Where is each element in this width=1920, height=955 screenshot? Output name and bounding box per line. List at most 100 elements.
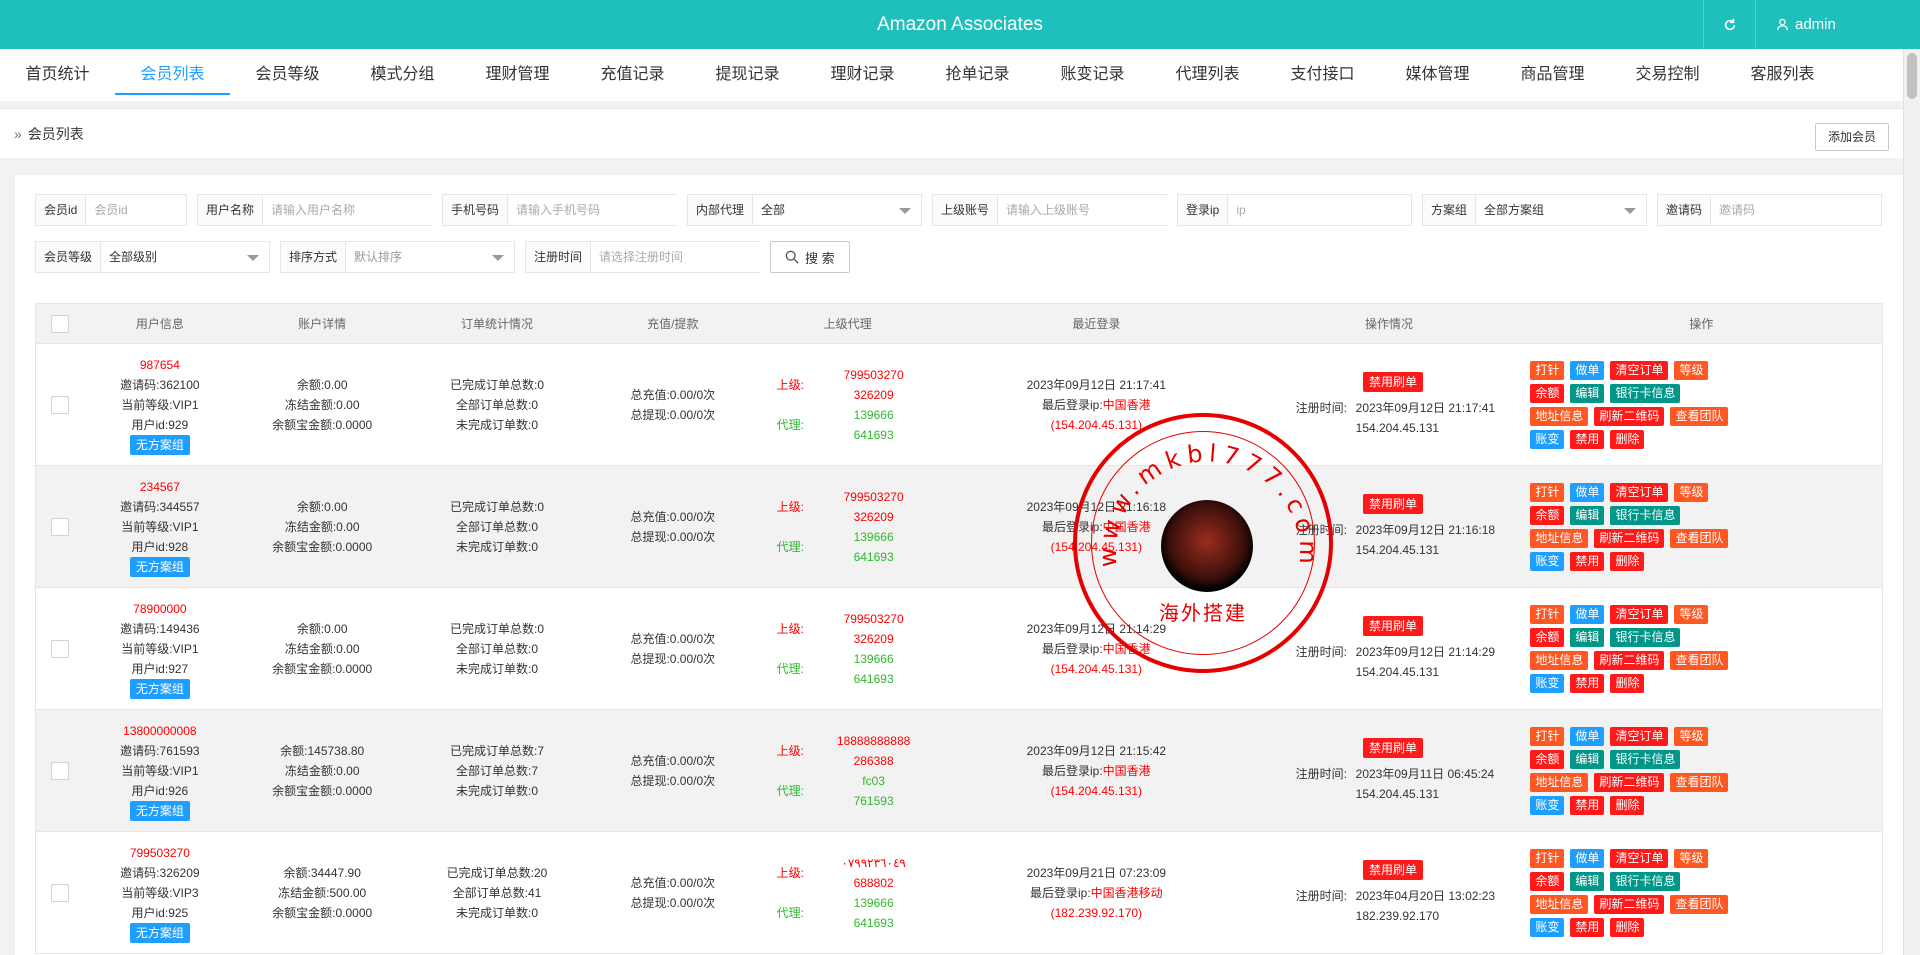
nav-media-manage[interactable]: 媒体管理: [1380, 49, 1495, 101]
parent-account-input[interactable]: [998, 195, 1169, 225]
balance-button[interactable]: 余额: [1530, 505, 1565, 525]
nav-wealth-records[interactable]: 理财记录: [805, 49, 920, 101]
delete-button[interactable]: 删除: [1610, 429, 1645, 449]
make-order-button[interactable]: 做单: [1570, 848, 1605, 868]
sort-select[interactable]: 默认排序: [346, 242, 514, 272]
page-scrollbar[interactable]: [1903, 49, 1920, 955]
disable-order-button[interactable]: 禁用刷单: [1363, 859, 1424, 880]
nav-trade-control[interactable]: 交易控制: [1610, 49, 1725, 101]
search-button[interactable]: 搜 索: [770, 241, 850, 273]
nav-home-stats[interactable]: 首页统计: [0, 49, 115, 101]
bank-card-button[interactable]: 银行卡信息: [1610, 871, 1681, 891]
filter-internal-agent[interactable]: 内部代理 全部: [687, 194, 922, 226]
view-team-button[interactable]: 查看团队: [1670, 650, 1729, 670]
nav-service-list[interactable]: 客服列表: [1725, 49, 1840, 101]
disable-order-button[interactable]: 禁用刷单: [1363, 493, 1424, 514]
clear-orders-button[interactable]: 清空订单: [1610, 360, 1669, 380]
user-menu[interactable]: admin: [1755, 0, 1920, 49]
bank-card-button[interactable]: 银行卡信息: [1610, 505, 1681, 525]
account-change-button[interactable]: 账变: [1530, 551, 1565, 571]
nav-mode-group[interactable]: 模式分组: [345, 49, 460, 101]
address-button[interactable]: 地址信息: [1530, 894, 1589, 914]
refresh-qr-button[interactable]: 刷新二维码: [1594, 894, 1665, 914]
punch-button[interactable]: 打针: [1530, 848, 1565, 868]
address-button[interactable]: 地址信息: [1530, 528, 1589, 548]
disable-button[interactable]: 禁用: [1570, 429, 1605, 449]
address-button[interactable]: 地址信息: [1530, 650, 1589, 670]
edit-button[interactable]: 编辑: [1570, 383, 1605, 403]
edit-button[interactable]: 编辑: [1570, 749, 1605, 769]
member-id-input[interactable]: [86, 195, 187, 225]
disable-order-button[interactable]: 禁用刷单: [1363, 615, 1424, 636]
delete-button[interactable]: 删除: [1610, 917, 1645, 937]
refresh-qr-button[interactable]: 刷新二维码: [1594, 406, 1665, 426]
nav-wealth-manage[interactable]: 理财管理: [460, 49, 575, 101]
nav-member-level[interactable]: 会员等级: [230, 49, 345, 101]
phone-input[interactable]: [508, 195, 679, 225]
disable-button[interactable]: 禁用: [1570, 795, 1605, 815]
view-team-button[interactable]: 查看团队: [1670, 772, 1729, 792]
delete-button[interactable]: 删除: [1610, 795, 1645, 815]
nav-goods-manage[interactable]: 商品管理: [1495, 49, 1610, 101]
account-change-button[interactable]: 账变: [1530, 673, 1565, 693]
account-change-button[interactable]: 账变: [1530, 429, 1565, 449]
refresh-button[interactable]: [1703, 0, 1755, 49]
add-member-button[interactable]: 添加会员: [1814, 123, 1889, 151]
balance-button[interactable]: 余额: [1530, 749, 1565, 769]
clear-orders-button[interactable]: 清空订单: [1610, 604, 1669, 624]
select-all-checkbox[interactable]: [50, 314, 69, 333]
clear-orders-button[interactable]: 清空订单: [1610, 726, 1669, 746]
filter-plan-group[interactable]: 方案组 全部方案组: [1422, 194, 1647, 226]
bank-card-button[interactable]: 银行卡信息: [1610, 749, 1681, 769]
level-button[interactable]: 等级: [1674, 360, 1709, 380]
make-order-button[interactable]: 做单: [1570, 726, 1605, 746]
row-checkbox[interactable]: [50, 883, 69, 902]
level-button[interactable]: 等级: [1674, 726, 1709, 746]
invite-code-input[interactable]: [1711, 195, 1877, 225]
address-button[interactable]: 地址信息: [1530, 406, 1589, 426]
row-checkbox[interactable]: [50, 517, 69, 536]
address-button[interactable]: 地址信息: [1530, 772, 1589, 792]
clear-orders-button[interactable]: 清空订单: [1610, 848, 1669, 868]
delete-button[interactable]: 删除: [1610, 551, 1645, 571]
row-checkbox[interactable]: [50, 761, 69, 780]
filter-sort[interactable]: 排序方式 默认排序: [280, 241, 515, 273]
refresh-qr-button[interactable]: 刷新二维码: [1594, 772, 1665, 792]
nav-withdraw-records[interactable]: 提现记录: [690, 49, 805, 101]
edit-button[interactable]: 编辑: [1570, 627, 1605, 647]
make-order-button[interactable]: 做单: [1570, 360, 1605, 380]
edit-button[interactable]: 编辑: [1570, 505, 1605, 525]
account-change-button[interactable]: 账变: [1530, 795, 1565, 815]
disable-button[interactable]: 禁用: [1570, 917, 1605, 937]
internal-agent-select[interactable]: 全部: [753, 195, 921, 225]
level-button[interactable]: 等级: [1674, 604, 1709, 624]
disable-order-button[interactable]: 禁用刷单: [1363, 737, 1424, 758]
level-button[interactable]: 等级: [1674, 848, 1709, 868]
disable-order-button[interactable]: 禁用刷单: [1363, 371, 1424, 392]
make-order-button[interactable]: 做单: [1570, 604, 1605, 624]
view-team-button[interactable]: 查看团队: [1670, 528, 1729, 548]
nav-grab-order-records[interactable]: 抢单记录: [920, 49, 1035, 101]
punch-button[interactable]: 打针: [1530, 604, 1565, 624]
nav-account-change-records[interactable]: 账变记录: [1035, 49, 1150, 101]
row-checkbox[interactable]: [50, 395, 69, 414]
nav-recharge-records[interactable]: 充值记录: [575, 49, 690, 101]
balance-button[interactable]: 余额: [1530, 871, 1565, 891]
delete-button[interactable]: 删除: [1610, 673, 1645, 693]
view-team-button[interactable]: 查看团队: [1670, 406, 1729, 426]
make-order-button[interactable]: 做单: [1570, 482, 1605, 502]
account-change-button[interactable]: 账变: [1530, 917, 1565, 937]
filter-member-level[interactable]: 会员等级 全部级别: [35, 241, 270, 273]
view-team-button[interactable]: 查看团队: [1670, 894, 1729, 914]
bank-card-button[interactable]: 银行卡信息: [1610, 383, 1681, 403]
nav-member-list[interactable]: 会员列表: [115, 49, 230, 101]
username-input[interactable]: [263, 195, 434, 225]
level-button[interactable]: 等级: [1674, 482, 1709, 502]
nav-payment-interface[interactable]: 支付接口: [1265, 49, 1380, 101]
balance-button[interactable]: 余额: [1530, 627, 1565, 647]
disable-button[interactable]: 禁用: [1570, 551, 1605, 571]
member-level-select[interactable]: 全部级别: [101, 242, 269, 272]
register-time-input[interactable]: [591, 242, 762, 272]
bank-card-button[interactable]: 银行卡信息: [1610, 627, 1681, 647]
punch-button[interactable]: 打针: [1530, 360, 1565, 380]
